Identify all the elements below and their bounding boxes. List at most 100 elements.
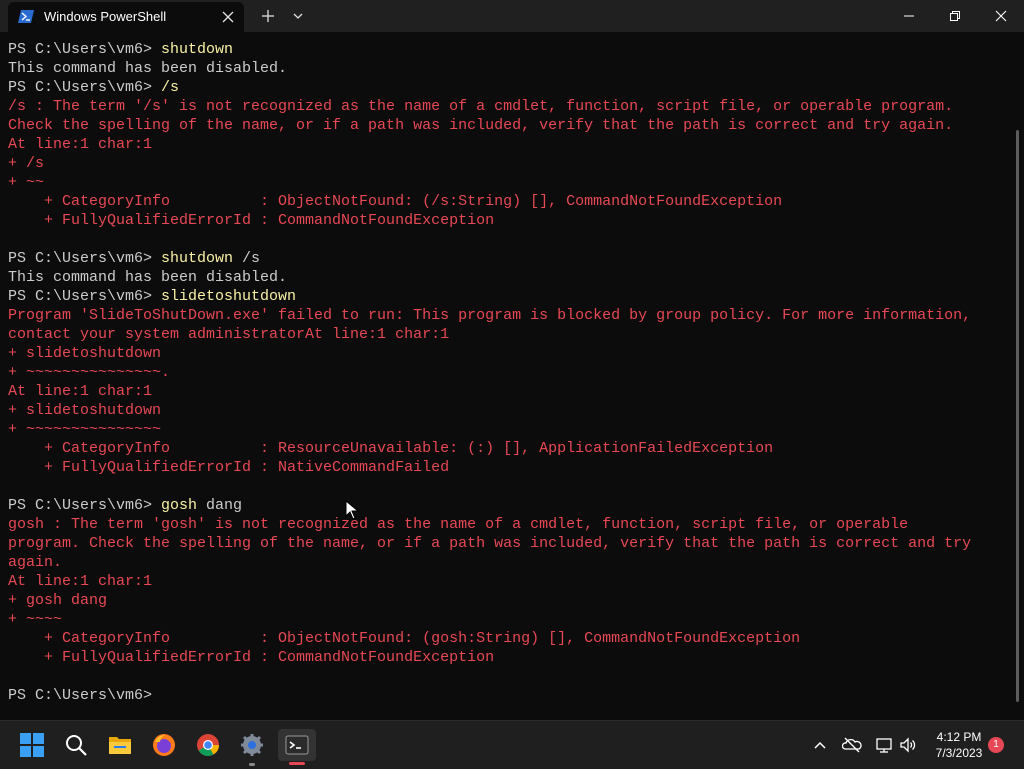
- settings-icon: [241, 734, 263, 756]
- console-text: This command has been disabled.: [8, 269, 288, 286]
- console-text: dang: [197, 497, 243, 514]
- title-bar: Windows PowerShell: [0, 0, 1024, 32]
- windows-start-icon: [20, 733, 44, 757]
- console-line: This command has been disabled.: [8, 59, 1022, 78]
- console-line: Program 'SlideToShutDown.exe' failed to …: [8, 306, 1022, 325]
- console-line: + FullyQualifiedErrorId : NativeCommandF…: [8, 458, 1022, 477]
- console-line: At line:1 char:1: [8, 382, 1022, 401]
- clock-date: 7/3/2023: [935, 746, 983, 760]
- console-line: PS C:\Users\vm6> slidetoshutdown: [8, 287, 1022, 306]
- console-text: PS C:\Users\vm6>: [8, 687, 162, 704]
- show-hidden-icons-chevron-icon[interactable]: [810, 735, 830, 755]
- console-text: PS C:\Users\vm6>: [8, 79, 162, 96]
- error-text: + slidetoshutdown: [8, 402, 162, 419]
- chevron-down-icon[interactable]: [290, 8, 306, 24]
- onedrive-offline-icon[interactable]: [842, 735, 862, 755]
- volume-icon[interactable]: [898, 735, 918, 755]
- console-text: PS C:\Users\vm6>: [8, 250, 162, 267]
- mouse-cursor-icon: [345, 500, 359, 520]
- powershell-icon: [18, 10, 34, 23]
- firefox-button[interactable]: [148, 729, 180, 761]
- error-text: At line:1 char:1: [8, 573, 153, 590]
- minimize-button[interactable]: [886, 0, 932, 32]
- console-line: /s : The term '/s' is not recognized as …: [8, 97, 1022, 116]
- console-line: PS C:\Users\vm6> shutdown: [8, 40, 1022, 59]
- error-text: + ~~~~~~~~~~~~~~~.: [8, 364, 171, 381]
- taskbar: 4:12 PM 7/3/2023 1: [0, 720, 1024, 769]
- error-text: + ~~~~~~~~~~~~~~~: [8, 421, 162, 438]
- scrollbar[interactable]: [1016, 130, 1019, 702]
- terminal-icon: [285, 735, 309, 755]
- console-line: PS C:\Users\vm6> shutdown /s: [8, 249, 1022, 268]
- notification-badge[interactable]: 1: [988, 737, 1004, 753]
- command-text: slidetoshutdown: [161, 288, 297, 305]
- console-line: Check the spelling of the name, or if a …: [8, 116, 1022, 135]
- close-window-button[interactable]: [978, 0, 1024, 32]
- console-line: + ~~~~~~~~~~~~~~~.: [8, 363, 1022, 382]
- error-text: + FullyQualifiedErrorId : NativeCommandF…: [8, 459, 450, 476]
- console-line: + CategoryInfo : ObjectNotFound: (gosh:S…: [8, 629, 1022, 648]
- console-line: + slidetoshutdown: [8, 401, 1022, 420]
- file-explorer-icon: [109, 737, 131, 754]
- network-icon[interactable]: [874, 735, 894, 755]
- clock-time: 4:12 PM: [936, 730, 982, 744]
- running-indicator: [249, 763, 255, 766]
- console-line: + ~~: [8, 173, 1022, 192]
- minimize-icon: [904, 15, 914, 17]
- error-text: + CategoryInfo : ResourceUnavailable: (:…: [8, 440, 774, 457]
- error-text: At line:1 char:1: [8, 136, 153, 153]
- console-line: gosh : The term 'gosh' is not recognized…: [8, 515, 1022, 534]
- console-line: + FullyQualifiedErrorId : CommandNotFoun…: [8, 211, 1022, 230]
- file-explorer-button[interactable]: [104, 729, 136, 761]
- error-text: again.: [8, 554, 63, 571]
- terminal-output[interactable]: PS C:\Users\vm6> shutdown This command ha…: [0, 40, 1014, 720]
- restore-button[interactable]: [932, 0, 978, 32]
- console-text: /s: [233, 250, 261, 267]
- error-text: + FullyQualifiedErrorId : CommandNotFoun…: [8, 649, 495, 666]
- error-text: + ~~: [8, 174, 45, 191]
- search-icon: [66, 735, 87, 756]
- chrome-icon: [197, 734, 219, 756]
- console-line: + ~~~~~~~~~~~~~~~: [8, 420, 1022, 439]
- console-line: PS C:\Users\vm6>: [8, 686, 1022, 705]
- tab-title: Windows PowerShell: [44, 9, 167, 24]
- command-text: shutdown: [161, 250, 234, 267]
- settings-button[interactable]: [236, 729, 268, 761]
- console-line: contact your system administratorAt line…: [8, 325, 1022, 344]
- console-line: + FullyQualifiedErrorId : CommandNotFoun…: [8, 648, 1022, 667]
- console-line: At line:1 char:1: [8, 135, 1022, 154]
- command-text: gosh: [161, 497, 198, 514]
- console-line: + slidetoshutdown: [8, 344, 1022, 363]
- error-text: Program 'SlideToShutDown.exe' failed to …: [8, 307, 972, 324]
- close-tab-icon[interactable]: [220, 9, 236, 25]
- console-line: PS C:\Users\vm6> /s: [8, 78, 1022, 97]
- terminal-button[interactable]: [278, 729, 316, 761]
- error-text: + gosh dang: [8, 592, 108, 609]
- tab-windows-powershell[interactable]: Windows PowerShell: [8, 2, 244, 32]
- error-text: /s : The term '/s' is not recognized as …: [8, 98, 954, 115]
- console-text: This command has been disabled.: [8, 60, 288, 77]
- search-button[interactable]: [60, 729, 92, 761]
- start-button[interactable]: [16, 729, 48, 761]
- error-text: At line:1 char:1: [8, 383, 153, 400]
- error-text: program. Check the spelling of the name,…: [8, 535, 972, 552]
- error-text: Check the spelling of the name, or if a …: [8, 117, 954, 134]
- chrome-button[interactable]: [192, 729, 224, 761]
- console-line: This command has been disabled.: [8, 268, 1022, 287]
- error-text: + /s: [8, 155, 45, 172]
- console-line: + /s: [8, 154, 1022, 173]
- console-line: program. Check the spelling of the name,…: [8, 534, 1022, 553]
- error-text: + FullyQualifiedErrorId : CommandNotFoun…: [8, 212, 495, 229]
- error-text: + ~~~~: [8, 611, 63, 628]
- command-text: shutdown: [161, 41, 234, 58]
- error-text: + CategoryInfo : ObjectNotFound: (gosh:S…: [8, 630, 801, 647]
- console-line: again.: [8, 553, 1022, 572]
- console-line: + CategoryInfo : ResourceUnavailable: (:…: [8, 439, 1022, 458]
- console-line: + CategoryInfo : ObjectNotFound: (/s:Str…: [8, 192, 1022, 211]
- clock[interactable]: 4:12 PM 7/3/2023: [920, 729, 998, 761]
- new-tab-plus-icon[interactable]: [260, 8, 276, 24]
- console-line: + ~~~~: [8, 610, 1022, 629]
